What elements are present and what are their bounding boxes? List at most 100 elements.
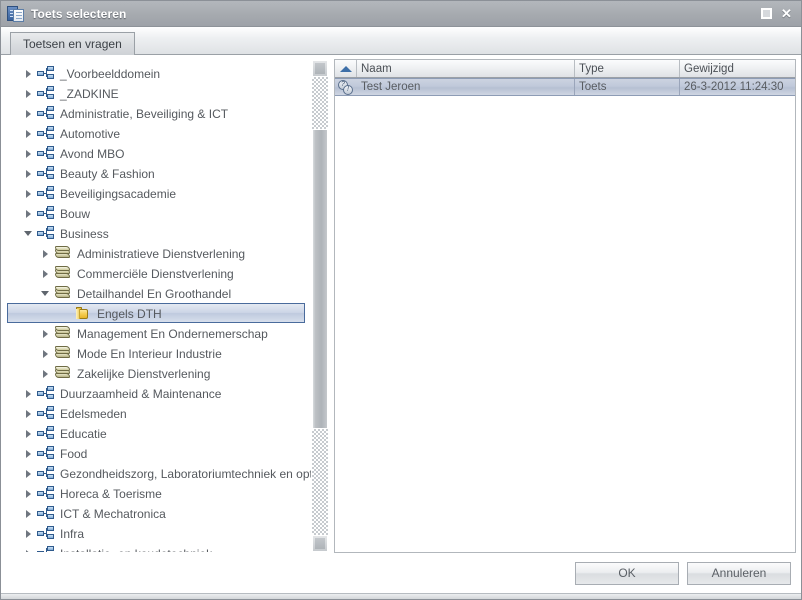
chevron-right-icon[interactable]	[40, 348, 51, 359]
chevron-down-icon[interactable]	[40, 288, 51, 299]
stack-icon	[54, 265, 72, 281]
tree-item[interactable]: Business	[7, 223, 311, 243]
column-header-gewijzigd[interactable]: Gewijzigd	[680, 60, 795, 77]
ok-button[interactable]: OK	[575, 561, 679, 585]
tree-item[interactable]: Administratieve Dienstverlening	[7, 243, 311, 263]
cancel-button-label: Annuleren	[711, 566, 767, 580]
chevron-right-icon[interactable]	[40, 368, 51, 379]
chevron-right-icon[interactable]	[23, 188, 34, 199]
scroll-thumb[interactable]	[312, 129, 328, 429]
close-icon: ✕	[781, 6, 792, 21]
window-controls: ✕	[760, 7, 797, 20]
tree-item[interactable]: Detailhandel En Groothandel	[7, 283, 311, 303]
column-header-type[interactable]: Type	[575, 60, 680, 77]
tree-item[interactable]: Mode En Interieur Industrie	[7, 343, 311, 363]
dialog-content: _Voorbeelddomein _ZADKINE Administratie, B…	[1, 55, 801, 553]
chevron-right-icon[interactable]	[23, 508, 34, 519]
chevron-right-icon[interactable]	[23, 408, 34, 419]
column-label: Type	[579, 62, 604, 75]
tree-item-label: Gezondheidszorg, Laboratoriumtechniek en…	[60, 466, 311, 481]
tree-item[interactable]: Beveiligingsacademie	[7, 183, 311, 203]
cancel-button[interactable]: Annuleren	[687, 561, 791, 585]
tree-item[interactable]: Automotive	[7, 123, 311, 143]
list-body[interactable]: ?! Test Jeroen Toets 26-3-2012 11:24:30	[335, 78, 795, 552]
tree-item[interactable]: Educatie	[7, 423, 311, 443]
domain-icon	[37, 465, 55, 481]
dialog-footer: OK Annuleren	[1, 553, 801, 593]
tree-item[interactable]: Gezondheidszorg, Laboratoriumtechniek en…	[7, 463, 311, 483]
tree-item-label: Administratie, Beveiliging & ICT	[60, 106, 229, 121]
chevron-right-icon[interactable]	[23, 168, 34, 179]
tree-item-label: Detailhandel En Groothandel	[77, 286, 232, 301]
title-bar: Toets selecteren ✕	[1, 1, 801, 27]
scroll-track-lower[interactable]	[312, 429, 328, 535]
tree-item[interactable]: Commerciële Dienstverlening	[7, 263, 311, 283]
chevron-right-icon[interactable]	[23, 448, 34, 459]
tree-item[interactable]: Food	[7, 443, 311, 463]
tree-item[interactable]: Edelsmeden	[7, 403, 311, 423]
folder-icon	[74, 305, 92, 321]
tree-item[interactable]: Beauty & Fashion	[7, 163, 311, 183]
domain-icon	[37, 385, 55, 401]
stack-icon	[54, 245, 72, 261]
close-button[interactable]: ✕	[780, 7, 793, 20]
tree-item-label: Automotive	[60, 126, 121, 141]
sort-ascending-icon	[339, 65, 352, 72]
tree-item-label: _Voorbeelddomein	[60, 66, 161, 81]
column-label: Gewijzigd	[684, 62, 734, 75]
window-bottom-strip	[1, 593, 801, 599]
stack-icon	[54, 325, 72, 341]
scroll-up-button[interactable]	[312, 60, 328, 77]
tab-label: Toetsen en vragen	[23, 37, 122, 51]
column-label: Naam	[361, 62, 392, 75]
domain-icon	[37, 225, 55, 241]
cell-gewijzigd: 26-3-2012 11:24:30	[684, 81, 784, 93]
tree-item[interactable]: Bouw	[7, 203, 311, 223]
tree-item-label: Management En Ondernemerschap	[77, 326, 268, 341]
tree-item[interactable]: Engels DTH	[7, 303, 305, 323]
tree-item[interactable]: Management En Ondernemerschap	[7, 323, 311, 343]
test-icon: ?!	[338, 79, 354, 95]
tree-item[interactable]: _ZADKINE	[7, 83, 311, 103]
cell-type: Toets	[575, 79, 680, 95]
tree-item[interactable]: Administratie, Beveiliging & ICT	[7, 103, 311, 123]
chevron-right-icon[interactable]	[23, 468, 34, 479]
tree-item[interactable]: Infra	[7, 523, 311, 543]
chevron-down-icon[interactable]	[23, 228, 34, 239]
chevron-right-icon[interactable]	[23, 528, 34, 539]
chevron-right-icon[interactable]	[23, 88, 34, 99]
chevron-right-icon[interactable]	[23, 388, 34, 399]
list-header: Naam Type Gewijzigd	[335, 60, 795, 78]
tree-item-label: Beauty & Fashion	[60, 166, 155, 181]
chevron-right-icon[interactable]	[23, 128, 34, 139]
tree-item[interactable]: Installatie- en koudetechniek	[7, 543, 311, 552]
tree-item[interactable]: Horeca & Toerisme	[7, 483, 311, 503]
chevron-right-icon[interactable]	[40, 328, 51, 339]
scroll-track-upper[interactable]	[312, 77, 328, 129]
domain-tree[interactable]: _Voorbeelddomein _ZADKINE Administratie, B…	[7, 60, 311, 552]
tree-item[interactable]: Duurzaamheid & Maintenance	[7, 383, 311, 403]
tree-item[interactable]: _Voorbeelddomein	[7, 63, 311, 83]
chevron-right-icon[interactable]	[23, 68, 34, 79]
maximize-button[interactable]	[760, 7, 773, 20]
tree-item[interactable]: Avond MBO	[7, 143, 311, 163]
tree-scrollbar[interactable]	[311, 60, 328, 552]
stack-icon	[54, 365, 72, 381]
column-sort-indicator[interactable]	[335, 60, 357, 77]
chevron-right-icon[interactable]	[23, 428, 34, 439]
column-header-naam[interactable]: Naam	[357, 60, 575, 77]
chevron-right-icon[interactable]	[40, 248, 51, 259]
table-row[interactable]: ?! Test Jeroen Toets 26-3-2012 11:24:30	[335, 78, 795, 96]
tree-item[interactable]: ICT & Mechatronica	[7, 503, 311, 523]
chevron-right-icon[interactable]	[23, 548, 34, 552]
chevron-right-icon[interactable]	[23, 488, 34, 499]
chevron-right-icon[interactable]	[23, 208, 34, 219]
scroll-down-button[interactable]	[312, 535, 328, 552]
tree-item[interactable]: Zakelijke Dienstverlening	[7, 363, 311, 383]
tab-toetsen-en-vragen[interactable]: Toetsen en vragen	[10, 32, 135, 55]
chevron-right-icon[interactable]	[23, 148, 34, 159]
chevron-right-icon[interactable]	[40, 268, 51, 279]
domain-icon	[37, 145, 55, 161]
chevron-right-icon[interactable]	[23, 108, 34, 119]
